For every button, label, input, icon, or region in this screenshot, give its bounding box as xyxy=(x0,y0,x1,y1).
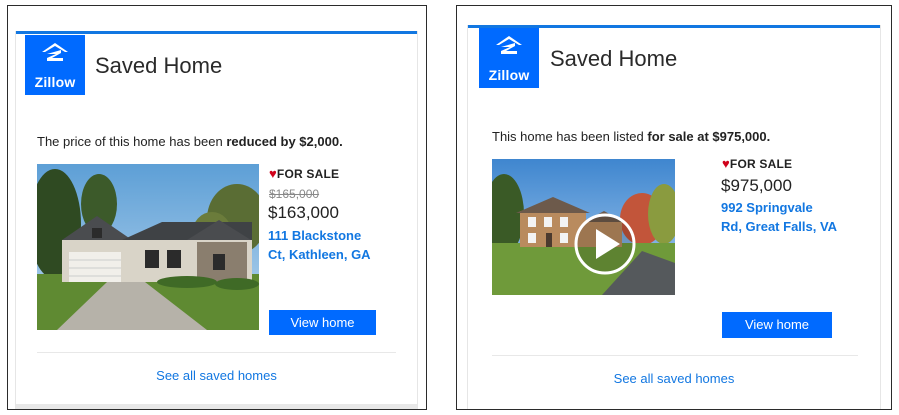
header-title: Saved Home xyxy=(550,46,678,71)
home-video-thumbnail[interactable] xyxy=(492,159,675,295)
home-photo[interactable] xyxy=(37,164,259,330)
notification-message: The price of this home has been reduced … xyxy=(37,134,343,149)
current-price: $975,000 xyxy=(721,176,792,195)
address-line-1: 992 Springvale xyxy=(721,200,813,215)
status-label: FOR SALE xyxy=(729,157,793,171)
message-text: The price of this home has been xyxy=(37,134,227,149)
email-preview-new-listing: Zillow Saved Home This home has been lis… xyxy=(456,5,892,410)
email-preview-price-reduced: Zillow Saved Home The price of this home… xyxy=(7,5,427,410)
previous-price: $165,000 xyxy=(269,187,320,201)
address-link[interactable]: 992 Springvale Rd, Great Falls, VA xyxy=(721,198,851,236)
address-line-2: Rd, Great Falls, VA xyxy=(721,219,838,234)
zillow-logo[interactable]: Zillow xyxy=(479,28,539,88)
zillow-logo[interactable]: Zillow xyxy=(25,35,85,95)
logo-text: Zillow xyxy=(34,74,76,90)
current-price: $163,000 xyxy=(268,203,339,222)
zillow-house-icon xyxy=(496,36,522,54)
listing-status: ♥FOR SALE xyxy=(722,156,792,171)
address-line-2: Ct, Kathleen, GA xyxy=(268,247,371,262)
header-title: Saved Home xyxy=(95,53,223,78)
message-highlight: reduced by $2,000. xyxy=(226,134,343,149)
email-top-bar xyxy=(16,31,417,34)
notification-message: This home has been listed for sale at $9… xyxy=(492,129,770,144)
email-card: Zillow Saved Home The price of this home… xyxy=(15,31,418,409)
see-all-saved-homes-link[interactable]: See all saved homes xyxy=(16,368,417,383)
message-highlight: for sale at $975,000. xyxy=(647,129,771,144)
view-home-button[interactable]: View home xyxy=(269,310,376,335)
heart-icon: ♥ xyxy=(269,166,277,181)
logo-text: Zillow xyxy=(488,67,530,83)
zillow-house-icon xyxy=(42,43,68,61)
address-line-1: 111 Blackstone xyxy=(268,228,362,243)
see-all-saved-homes-link[interactable]: See all saved homes xyxy=(468,371,880,386)
address-link[interactable]: 111 Blackstone Ct, Kathleen, GA xyxy=(268,226,388,264)
status-label: FOR SALE xyxy=(276,167,340,181)
message-text: This home has been listed xyxy=(492,129,648,144)
divider xyxy=(37,352,396,353)
view-home-button[interactable]: View home xyxy=(722,312,832,338)
play-icon[interactable] xyxy=(574,213,636,275)
listing-status: ♥FOR SALE xyxy=(269,166,339,181)
divider xyxy=(492,355,858,356)
heart-icon: ♥ xyxy=(722,156,730,171)
email-card: Zillow Saved Home This home has been lis… xyxy=(467,25,881,409)
footer-band xyxy=(16,404,417,409)
